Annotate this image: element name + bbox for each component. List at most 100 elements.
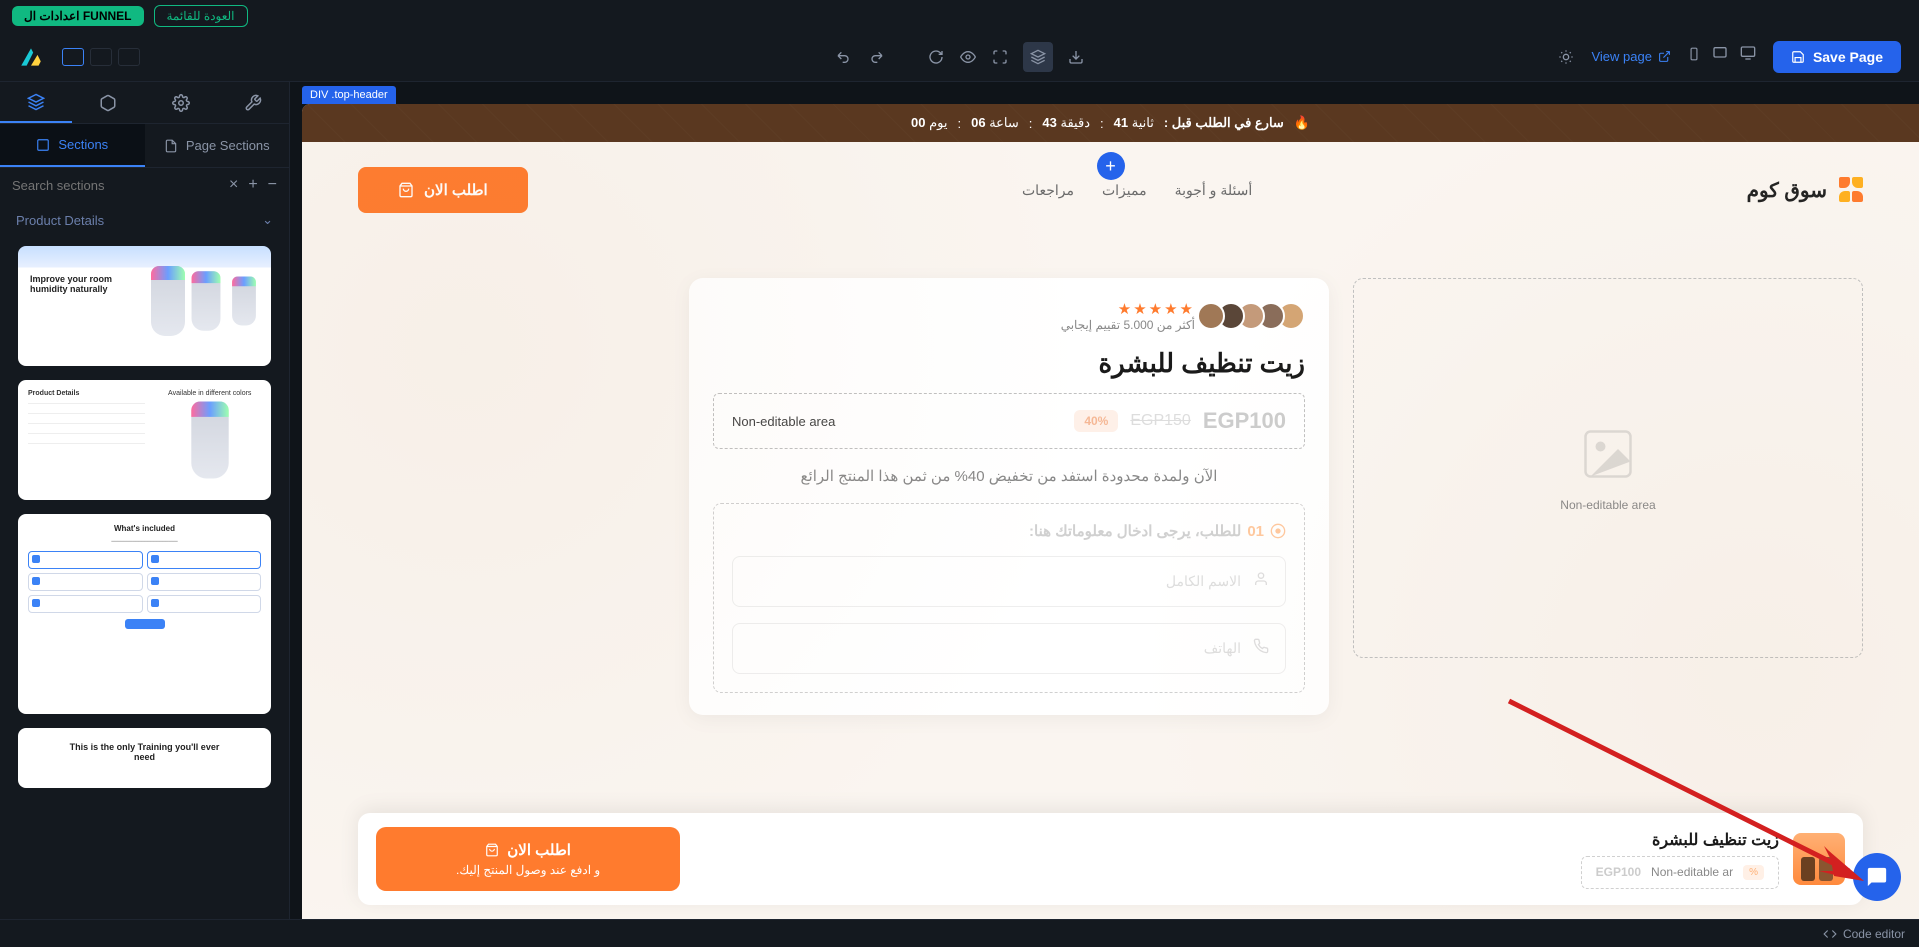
preview-icon[interactable] — [959, 48, 977, 66]
nav-layers[interactable] — [0, 82, 72, 123]
section-thumb-1[interactable]: Improve your room humidity naturally — [18, 246, 271, 366]
status-bar[interactable]: Code editor — [0, 919, 1919, 947]
sticky-price: EGP100 — [1596, 865, 1641, 879]
save-label: Save Page — [1813, 49, 1883, 65]
add-icon[interactable]: + — [248, 176, 257, 194]
editor-header: View page Save Page — [0, 32, 1919, 82]
product-section: Non-editable area ★★★★★ أكثر من 5.000 تق… — [302, 228, 1919, 715]
nav-box[interactable] — [72, 82, 144, 123]
tab-page-sections[interactable]: Page Sections — [145, 124, 290, 167]
customer-avatars — [1205, 302, 1305, 330]
section-thumb-2[interactable]: Product Details Available in different c… — [18, 380, 271, 500]
theme-icon[interactable] — [1557, 48, 1575, 66]
thumb4-line2: need — [32, 752, 257, 762]
collapse-icon[interactable]: − — [268, 176, 277, 194]
discount-badge: 40% — [1074, 410, 1118, 432]
view-page-link[interactable]: View page — [1591, 49, 1670, 64]
app-logo — [18, 44, 44, 70]
non-editable-inline: Non-editable area — [732, 414, 835, 429]
left-sidebar: Sections Page Sections × + − Product Det… — [0, 82, 290, 919]
promo-description: الآن ولمدة محدودة استفد من تخفيض 40% من … — [713, 467, 1305, 485]
clear-icon[interactable]: × — [229, 176, 238, 194]
layout-option-1[interactable] — [62, 48, 84, 66]
desktop-icon[interactable] — [1739, 45, 1757, 68]
sticky-non-edit: Non-editable ar — [1651, 865, 1733, 879]
layout-option-3[interactable] — [118, 48, 140, 66]
undo-icon[interactable] — [835, 48, 853, 66]
back-to-list-button[interactable]: العودة للقائمة — [154, 5, 248, 27]
product-image-placeholder[interactable]: Non-editable area — [1353, 278, 1863, 658]
code-editor-label: Code editor — [1843, 927, 1905, 941]
panel-layout-switcher — [62, 48, 140, 66]
old-price: EGP150 — [1130, 412, 1190, 430]
canvas-wrapper: DIV .top-header 🔥 سارع في الطلب قبل : ثا… — [290, 82, 1919, 919]
section-thumb-4[interactable]: This is the only Training you'll ever ne… — [18, 728, 271, 788]
product-title: زيت تنظيف للبشرة — [713, 348, 1305, 379]
funnel-settings-button[interactable]: اعدادات ال FUNNEL — [12, 6, 144, 26]
sticky-title: زيت تنظيف للبشرة — [1581, 830, 1779, 850]
thumb4-line1: This is the only Training you'll ever — [32, 742, 257, 752]
name-placeholder: الاسم الكامل — [1166, 573, 1241, 590]
name-input[interactable]: الاسم الكامل — [732, 556, 1286, 607]
fullscreen-icon[interactable] — [991, 48, 1009, 66]
rating-text: أكثر من 5.000 تقييم إيجابي — [1061, 318, 1195, 332]
nav-link-2[interactable]: مميزات — [1102, 182, 1147, 199]
rating-row: ★★★★★ أكثر من 5.000 تقييم إيجابي — [713, 300, 1305, 332]
user-icon — [1253, 571, 1269, 592]
promo-bar[interactable]: 🔥 سارع في الطلب قبل : ثانية 41: دقيقة 43… — [302, 104, 1919, 142]
sticky-price-row: % Non-editable ar EGP100 — [1581, 856, 1779, 889]
form-title-text: للطلب، يرجى ادخال معلوماتك هنا: — [1029, 522, 1241, 540]
order-now-button[interactable]: اطلب الان — [358, 167, 528, 213]
sticky-order-bar: زيت تنظيف للبشرة % Non-editable ar EGP10… — [358, 813, 1863, 905]
layers-icon[interactable] — [1023, 42, 1053, 72]
order-form: 01 للطلب، يرجى ادخال معلوماتك هنا: الاسم… — [713, 503, 1305, 693]
thumb2-right-title: Available in different colors — [158, 390, 261, 397]
sticky-product-thumb — [1793, 833, 1845, 885]
fire-icon: 🔥 — [1294, 115, 1310, 131]
search-input[interactable] — [12, 178, 219, 193]
sidebar-nav — [0, 82, 289, 124]
chevron-down-icon: ⌄ — [262, 212, 273, 228]
top-bar: اعدادات ال FUNNEL العودة للقائمة — [0, 0, 1919, 32]
layout-option-2[interactable] — [90, 48, 112, 66]
sidebar-tabs: Sections Page Sections — [0, 124, 289, 168]
download-icon[interactable] — [1067, 48, 1085, 66]
save-page-button[interactable]: Save Page — [1773, 41, 1901, 73]
tab-sections[interactable]: Sections — [0, 124, 145, 167]
thumb1-line1: Improve your room — [30, 274, 130, 284]
selected-element-tag: DIV .top-header — [302, 86, 396, 104]
device-preview-group — [1687, 45, 1757, 68]
add-section-button[interactable]: + — [1097, 152, 1125, 180]
chat-button[interactable] — [1853, 853, 1901, 901]
section-thumbnails: Improve your room humidity naturally Pro… — [0, 238, 289, 919]
promo-prefix: سارع في الطلب قبل : — [1164, 115, 1284, 131]
section-thumb-3[interactable]: What's included ━━━━━━━━━━━━━━━━━━━━━━ — [18, 514, 271, 714]
order-btn-label: اطلب الان — [424, 181, 488, 199]
mobile-icon[interactable] — [1687, 45, 1701, 68]
nav-tools[interactable] — [217, 82, 289, 123]
step-number: 01 — [1247, 523, 1264, 540]
accordion-label: Product Details — [16, 213, 104, 228]
code-icon — [1823, 927, 1837, 941]
brand: سوق كوم — [1747, 177, 1863, 203]
refresh-icon[interactable] — [927, 48, 945, 66]
phone-placeholder: الهاتف — [1204, 640, 1241, 657]
brand-logo-icon — [1837, 177, 1863, 203]
tablet-icon[interactable] — [1711, 45, 1729, 68]
nav-link-1[interactable]: أسئلة و أجوبة — [1175, 182, 1253, 199]
product-details-box: ★★★★★ أكثر من 5.000 تقييم إيجابي زيت تنظ… — [689, 278, 1329, 715]
nav-settings[interactable] — [145, 82, 217, 123]
non-editable-label: Non-editable area — [1560, 498, 1655, 512]
page-canvas[interactable]: 🔥 سارع في الطلب قبل : ثانية 41: دقيقة 43… — [302, 104, 1919, 919]
search-row: × + − — [0, 168, 289, 202]
sticky-order-button[interactable]: اطلب الان و ادفع عند وصول المنتج إليك. — [376, 827, 680, 891]
thumb3-title: What's included — [28, 524, 261, 533]
main-area: Sections Page Sections × + − Product Det… — [0, 82, 1919, 919]
phone-input[interactable]: الهاتف — [732, 623, 1286, 674]
tab-page-sections-label: Page Sections — [186, 138, 270, 153]
nav-link-3[interactable]: مراجعات — [1022, 182, 1074, 199]
redo-icon[interactable] — [867, 48, 885, 66]
accordion-product-details[interactable]: Product Details ⌄ — [0, 202, 289, 238]
price-row[interactable]: Non-editable area 40% EGP150 EGP100 — [713, 393, 1305, 449]
sticky-order-sub: و ادفع عند وصول المنتج إليك. — [456, 863, 600, 877]
